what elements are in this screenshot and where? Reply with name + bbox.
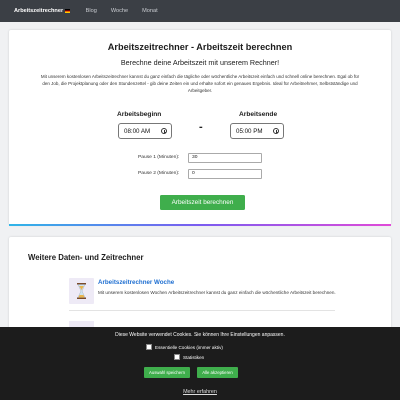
end-time-input[interactable]: 05:00 PM [230,123,284,139]
statistics-row[interactable]: Statistiken [174,354,204,360]
essential-label: Essentielle Cookies (immer aktiv) [155,344,223,350]
nav-link-blog[interactable]: Blog [86,8,97,14]
pause2-input[interactable]: 0 [188,169,262,179]
cookie-message: Diese Website verwendet Cookies. Sie kön… [115,332,285,338]
cookie-banner: Diese Website verwendet Cookies. Sie kön… [0,327,400,400]
pause2-label: Pause 2 (Minuten): [138,171,180,176]
essential-checkbox[interactable] [146,344,152,350]
brand-link[interactable]: Arbeitszeitrechner [14,8,70,14]
calculator-card: Arbeitszeitrechner - Arbeitszeit berechn… [9,30,391,225]
accept-all-button[interactable]: Alle akzeptieren [197,367,238,378]
pause1-input[interactable]: 30 [188,153,262,163]
end-time-value: 05:00 PM [236,127,263,135]
page-title: Arbeitszeitrechner - Arbeitszeit berechn… [107,42,293,52]
essential-cookies-row[interactable]: Essentielle Cookies (immer aktiv) [146,344,223,350]
statistics-label: Statistiken [183,354,205,360]
gradient-divider [9,224,391,226]
statistics-checkbox[interactable] [174,354,180,360]
section-title: Weitere Daten- und Zeitrechner [28,253,144,262]
clock-icon[interactable] [161,128,167,134]
calculator-description: Mit unserem kostenlosen Arbeitszeitrechn… [40,74,360,93]
time-separator: - [199,121,203,133]
learn-more-link[interactable]: Mehr erfahren [0,389,400,395]
item-thumbnail[interactable] [69,278,94,304]
brand-label: Arbeitszeitrechner [14,8,64,14]
calculate-button[interactable]: Arbeitszeit berechnen [160,195,245,210]
start-time-value: 08:00 AM [124,127,151,135]
nav-link-woche[interactable]: Woche [111,8,128,14]
item-link-woche[interactable]: Arbeitszeitrechner Woche [98,279,174,286]
clock-icon[interactable] [273,128,279,134]
pause1-label: Pause 1 (Minuten): [138,155,180,160]
save-selection-button[interactable]: Auswahl speichern [144,367,190,378]
flag-icon [64,9,70,13]
divider [69,310,335,311]
top-navbar: Arbeitszeitrechner Blog Woche Monat [0,0,400,22]
start-time-input[interactable]: 08:00 AM [118,123,172,139]
hourglass-icon [77,283,86,299]
nav-link-monat[interactable]: Monat [142,8,158,14]
start-label: Arbeitsbeginn [117,111,162,118]
end-label: Arbeitsende [239,111,278,118]
item-description: Mit unserem kostenlosen Wochen Arbeitsze… [98,290,336,295]
page-subtitle: Berechne deine Arbeitszeit mit unserem R… [120,58,280,67]
